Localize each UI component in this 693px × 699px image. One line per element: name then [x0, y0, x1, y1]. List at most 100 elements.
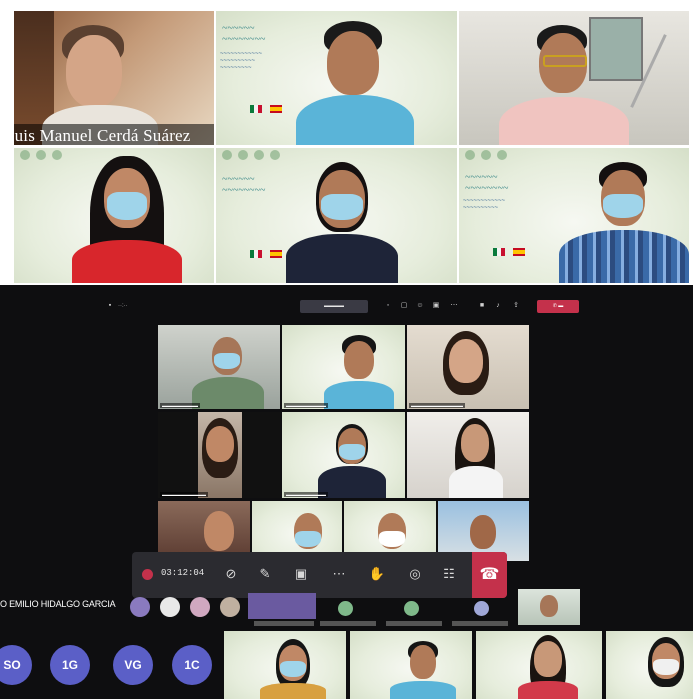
participant-avatar[interactable] [130, 597, 150, 617]
spain-flag-icon [513, 248, 525, 256]
reaction-icon[interactable]: ☺ [416, 302, 424, 310]
participant-initials-avatar[interactable]: 1C [172, 645, 212, 685]
participant-initials-avatar[interactable]: VG [113, 645, 153, 685]
participants-icon[interactable]: ☷ [440, 565, 458, 583]
teams-tile-r1c3[interactable]: ▬▬▬▬▬▬▬▬▬▬▬▬▬ [407, 325, 529, 409]
person-head [461, 424, 489, 462]
participant-avatar[interactable] [474, 601, 489, 616]
meeting-controls: 03:12:04 ⊘ ✎ ▣ ⋯ ✋ ◎ ☷ ☎ [132, 552, 507, 598]
participant-avatar[interactable] [220, 597, 240, 617]
teams-tile-r1c2[interactable]: ▬▬▬▬▬▬▬▬▬▬ [282, 325, 405, 409]
teams-tile-r2c2[interactable]: ▬▬▬▬▬▬▬▬▬▬ [282, 412, 405, 498]
participant-avatar[interactable] [338, 601, 353, 616]
video-grid-top: Luis Manuel Cerdá Suárez ~~~~~~ ~~~~~~~~ … [0, 0, 693, 285]
hangup-icon: ☎ [479, 566, 500, 583]
tile-name-label: ▬▬▬▬▬▬▬▬▬▬▬ [160, 492, 208, 497]
video-tile-3[interactable] [459, 11, 689, 145]
camera-off-icon[interactable]: ⊘ [222, 565, 240, 583]
person-shirt [192, 377, 264, 409]
tile-name-label: ▬▬▬▬▬▬▬▬▬▬▬▬▬ [409, 403, 465, 408]
video-tile-4[interactable] [14, 148, 214, 283]
tile-name-label: ▬▬▬▬▬▬▬▬▬▬ [284, 492, 328, 497]
face-mask [379, 531, 405, 547]
person-head [449, 339, 483, 383]
spain-flag-icon [270, 105, 282, 113]
participant-caption [386, 621, 442, 626]
teams-bottom-tile-2[interactable] [350, 631, 472, 699]
person-top [318, 466, 386, 498]
person-shirt [324, 381, 394, 409]
more-icon[interactable]: ⋯ [330, 565, 348, 583]
participant-caption [254, 621, 314, 626]
hangup-button[interactable]: ☎ [472, 552, 507, 598]
mexico-flag-icon [250, 250, 262, 258]
face-mask [321, 194, 363, 220]
chat-icon[interactable]: ◎ [406, 565, 424, 583]
slide-title-graphic: ~~~~~~ ~~~~~~~~ [222, 23, 266, 45]
logo-strip [465, 150, 683, 162]
call-timer: 03:12:04 [161, 568, 205, 578]
teams-tile-r2c3[interactable] [407, 412, 529, 498]
participant-thumb[interactable] [518, 589, 580, 625]
tile-name-label: ▬▬▬▬▬▬▬▬▬▬ [284, 403, 328, 408]
slide-title-graphic: ~~~~~~ ~~~~~~~~ [465, 172, 509, 194]
teams-bottom-tile-3[interactable] [476, 631, 602, 699]
chat-icon[interactable]: ▢ [400, 302, 408, 310]
person-head [470, 515, 496, 549]
flags [250, 250, 282, 258]
view-mode-button[interactable]: ▬▬▬▬ [300, 300, 368, 313]
more-icon[interactable]: ⋯ [450, 302, 458, 310]
mic-icon[interactable]: ♪ [494, 302, 502, 310]
slide-title-graphic: ~~~~~~ ~~~~~~~~ [222, 174, 266, 196]
presenter-name-banner: Luis Manuel Cerdá Suárez [14, 124, 214, 145]
video-tile-6[interactable]: ~~~~~~ ~~~~~~~~ ~~~~~~~~~~~~ ~~~~~~~~~~ [459, 148, 689, 283]
face-mask [603, 194, 643, 218]
participant-initials-avatar[interactable]: SO [0, 645, 32, 685]
leave-button[interactable]: ✆ ▬ [537, 300, 579, 313]
mic-off-icon[interactable]: ✎ [256, 565, 274, 583]
face-mask [280, 661, 306, 677]
face-mask [214, 353, 240, 369]
participant-thumb[interactable] [248, 593, 316, 619]
shield-icon: ▪ [108, 302, 112, 309]
participant-name: O EMILIO HIDALGO GARCIA [0, 599, 116, 609]
teams-tile-r1c1[interactable]: ▬▬▬▬▬▬▬▬▬ [158, 325, 280, 409]
camera-icon[interactable]: ■ [478, 302, 486, 310]
person-head [540, 595, 558, 617]
participant-avatar[interactable] [404, 601, 419, 616]
teams-bottom-tile-4[interactable] [606, 631, 693, 699]
people-icon[interactable]: ◦ [384, 302, 392, 310]
person-head [204, 511, 234, 551]
participant-avatar[interactable] [160, 597, 180, 617]
face-mask [295, 531, 321, 547]
spain-flag-icon [270, 250, 282, 258]
flags [493, 248, 525, 256]
person-head [327, 31, 379, 95]
presenter-head [66, 35, 122, 107]
person-head [410, 645, 436, 679]
participant-avatar[interactable] [190, 597, 210, 617]
glasses [543, 55, 587, 67]
tile-name-label: ▬▬▬▬▬▬▬▬▬ [160, 403, 200, 408]
participant-initials-avatar[interactable]: 1G [50, 645, 90, 685]
teams-tile-r2c1[interactable]: ▬▬▬▬▬▬▬▬▬▬▬ [158, 412, 280, 498]
rooms-icon[interactable]: ▣ [432, 302, 440, 310]
person-shirt [390, 681, 456, 699]
person-top [518, 681, 578, 699]
share-icon[interactable]: ▣ [292, 565, 310, 583]
participant-caption [320, 621, 376, 626]
slide-text-graphic: ~~~~~~~~~~~~ ~~~~~~~~~~ [463, 198, 506, 211]
person-shirt [499, 97, 629, 145]
record-icon [142, 569, 153, 580]
video-tile-presenter[interactable]: Luis Manuel Cerdá Suárez [14, 11, 214, 145]
raise-hand-icon[interactable]: ✋ [368, 565, 386, 583]
person-head [344, 341, 374, 379]
person-shirt [559, 230, 689, 283]
video-tile-2[interactable]: ~~~~~~ ~~~~~~~~ ~~~~~~~~~~~~ ~~~~~~~~~~ ~~~… [216, 11, 457, 145]
video-tile-5[interactable]: ~~~~~~ ~~~~~~~~ [216, 148, 457, 283]
person-top [286, 234, 398, 283]
teams-bottom-tile-1[interactable] [224, 631, 346, 699]
share-icon[interactable]: ⇪ [512, 302, 520, 310]
person-dress [72, 240, 182, 283]
window [589, 17, 643, 81]
